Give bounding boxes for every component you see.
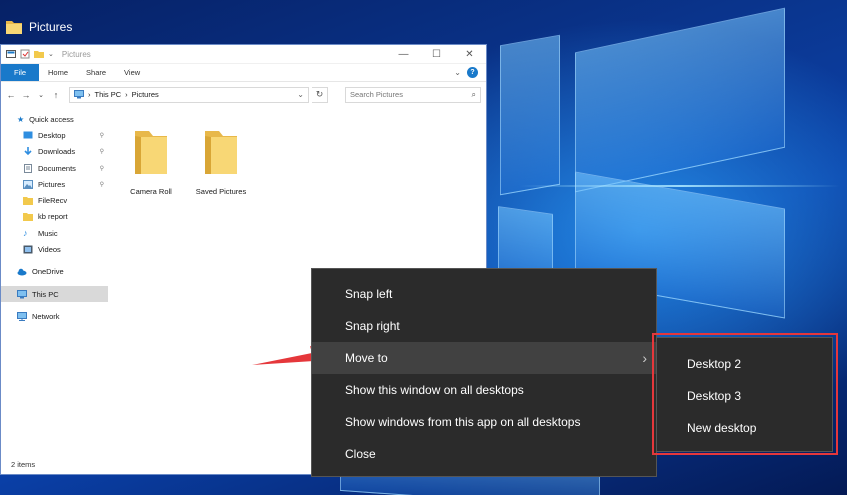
annotation-highlight-box	[652, 333, 838, 455]
up-button[interactable]: ↑	[50, 90, 62, 100]
wallpaper-pane	[500, 34, 560, 196]
title-bar[interactable]: ⌄ Pictures — ☐ ✕	[1, 45, 486, 64]
menu-item-snap-right[interactable]: Snap right	[312, 310, 656, 342]
tab-share[interactable]: Share	[77, 64, 115, 81]
address-row: ← → ⌄ ↑ › This PC › Pictures ⌄ ↻ ⌕	[1, 84, 486, 105]
minimize-button[interactable]: —	[387, 45, 420, 64]
address-dropdown-icon[interactable]: ⌄	[297, 90, 304, 99]
pin-icon: ⚲	[99, 132, 104, 139]
refresh-button[interactable]: ↻	[312, 86, 328, 103]
documents-icon	[24, 163, 32, 173]
nav-item-kb-report[interactable]: kb report	[1, 209, 108, 225]
desktop-window-title: Pictures	[5, 17, 72, 37]
back-button[interactable]: ←	[5, 90, 17, 100]
cloud-icon	[17, 269, 27, 276]
help-icon[interactable]: ?	[467, 67, 478, 78]
folder-icon	[135, 131, 167, 174]
folder-icon	[23, 197, 33, 206]
navigation-pane: ★ Quick access Desktop ⚲ Downloads ⚲ Doc…	[1, 105, 108, 473]
file-list: Camera Roll Saved Pictures	[121, 127, 251, 196]
customize-quick-access-icon[interactable]: ⌄	[48, 50, 54, 58]
nav-item-filerecv[interactable]: FileRecv	[1, 192, 108, 208]
nav-item-documents[interactable]: Documents ⚲	[1, 160, 108, 176]
properties-icon[interactable]	[20, 49, 30, 59]
file-name: Saved Pictures	[195, 187, 247, 196]
download-icon	[24, 147, 32, 156]
ribbon-tabs: File Home Share View ⌄ ?	[1, 64, 486, 82]
nav-label: Desktop	[38, 130, 66, 140]
address-bar[interactable]: › This PC › Pictures ⌄	[69, 86, 309, 103]
file-item[interactable]: Camera Roll	[121, 127, 181, 196]
menu-item-snap-left[interactable]: Snap left	[312, 278, 656, 310]
recent-locations-button[interactable]: ⌄	[35, 91, 47, 99]
nav-label: Network	[32, 311, 60, 321]
search-input[interactable]	[350, 90, 460, 99]
nav-label: This PC	[32, 289, 59, 299]
wallpaper-beam	[520, 185, 840, 187]
tab-home[interactable]: Home	[39, 64, 77, 81]
pin-icon: ⚲	[99, 165, 104, 172]
chevron-right-icon: ›	[642, 350, 647, 366]
nav-label: Pictures	[38, 179, 66, 189]
pc-icon	[17, 289, 27, 299]
address-separator: ›	[88, 90, 91, 99]
menu-item-move-to[interactable]: Move to ›	[312, 342, 656, 374]
nav-item-desktop[interactable]: Desktop ⚲	[1, 127, 108, 143]
nav-label: Documents	[38, 163, 76, 173]
desktop-icon	[23, 131, 33, 139]
file-name: Camera Roll	[130, 187, 172, 196]
nav-item-downloads[interactable]: Downloads ⚲	[1, 144, 108, 160]
menu-item-show-window-all-desktops[interactable]: Show this window on all desktops	[312, 374, 656, 406]
maximize-button[interactable]: ☐	[420, 45, 453, 64]
nav-label: Music	[38, 228, 58, 238]
nav-item-music[interactable]: ♪ Music	[1, 225, 108, 241]
nav-this-pc[interactable]: This PC	[1, 285, 108, 303]
status-bar-text: 2 items	[11, 460, 36, 469]
nav-item-videos[interactable]: Videos	[1, 241, 108, 257]
music-icon: ♪	[23, 228, 28, 239]
folder-icon	[205, 131, 237, 174]
tab-file[interactable]: File	[1, 64, 39, 81]
menu-item-show-app-windows-all-desktops[interactable]: Show windows from this app on all deskto…	[312, 406, 656, 438]
breadcrumb-pictures[interactable]: Pictures	[132, 90, 159, 99]
menu-item-close[interactable]: Close	[312, 438, 656, 470]
search-icon[interactable]: ⌕	[472, 90, 476, 100]
nav-label: FileRecv	[38, 196, 68, 206]
network-icon	[17, 311, 27, 321]
pc-icon	[74, 90, 84, 99]
wallpaper-pane	[575, 7, 785, 193]
menu-item-label: Move to	[345, 351, 388, 365]
desktop-title-text: Pictures	[29, 20, 73, 34]
star-icon: ★	[17, 114, 25, 124]
nav-label: Downloads	[38, 147, 76, 157]
window-title: Pictures	[61, 49, 91, 59]
nav-label: Videos	[38, 245, 61, 255]
nav-label: Quick access	[29, 114, 74, 124]
folder-icon	[23, 213, 33, 222]
folder-icon	[6, 21, 22, 34]
address-separator: ›	[125, 90, 128, 99]
tab-view[interactable]: View	[115, 64, 149, 81]
nav-label: OneDrive	[32, 267, 64, 277]
nav-item-pictures[interactable]: Pictures ⚲	[1, 176, 108, 192]
pin-icon: ⚲	[99, 149, 104, 156]
videos-icon	[23, 245, 33, 254]
nav-onedrive[interactable]: OneDrive	[1, 264, 108, 280]
context-menu: Snap left Snap right Move to › Show this…	[311, 268, 657, 477]
pictures-icon	[23, 179, 33, 189]
nav-label: kb report	[38, 212, 68, 222]
forward-button[interactable]: →	[20, 90, 32, 100]
breadcrumb-this-pc[interactable]: This PC	[95, 90, 122, 99]
nav-network[interactable]: Network	[1, 308, 108, 324]
file-item[interactable]: Saved Pictures	[191, 127, 251, 196]
nav-quick-access[interactable]: ★ Quick access	[1, 111, 108, 127]
new-folder-icon[interactable]	[34, 49, 44, 59]
pin-icon: ⚲	[99, 181, 104, 188]
close-button[interactable]: ✕	[453, 45, 486, 64]
search-box[interactable]: ⌕	[345, 86, 481, 103]
expand-ribbon-icon[interactable]: ⌄	[454, 68, 461, 77]
explorer-icon	[6, 50, 16, 58]
